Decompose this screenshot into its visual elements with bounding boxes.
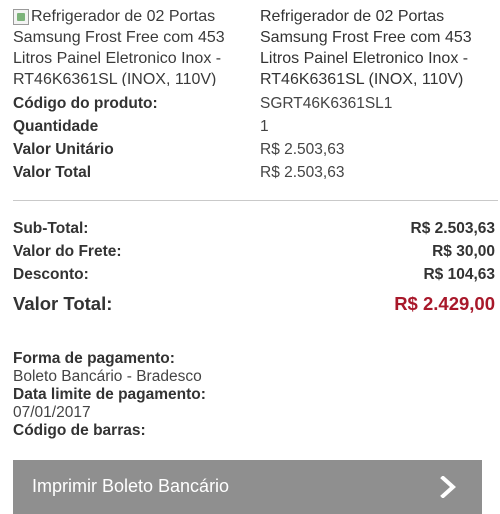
detail-value: R$ 2.503,63 <box>260 164 345 181</box>
desconto-row: Desconto: R$ 104,63 <box>13 265 495 288</box>
detail-row-quantidade: Quantidade 1 <box>13 117 493 140</box>
subtotal-value: R$ 2.503,63 <box>410 220 495 237</box>
subtotal-row: Sub-Total: R$ 2.503,63 <box>13 219 495 242</box>
product-details: Código do produto: SGRT46K6361SL1 Quanti… <box>13 94 493 186</box>
subtotal-label: Sub-Total: <box>13 220 89 237</box>
detail-row-valor-unitario: Valor Unitário R$ 2.503,63 <box>13 140 493 163</box>
print-boleto-label: Imprimir Boleto Bancário <box>32 476 230 496</box>
frete-row: Valor do Frete: R$ 30,00 <box>13 242 495 265</box>
detail-label: Valor Total <box>13 164 92 181</box>
detail-row-codigo: Código do produto: SGRT46K6361SL1 <box>13 94 493 117</box>
detail-label: Quantidade <box>13 118 99 135</box>
grand-total-label: Valor Total: <box>13 293 113 314</box>
detail-value: R$ 2.503,63 <box>260 141 345 158</box>
detail-row-valor-total: Valor Total R$ 2.503,63 <box>13 163 493 186</box>
due-date-value: 07/01/2017 <box>13 404 91 421</box>
due-date-label: Data limite de pagamento: <box>13 386 206 403</box>
payment-method-label: Forma de pagamento: <box>13 350 175 367</box>
product-image-alt-text: Refrigerador de 02 Portas Samsung Frost … <box>13 8 225 86</box>
divider <box>13 200 498 201</box>
product-image: Refrigerador de 02 Portas Samsung Frost … <box>13 6 253 86</box>
product-name: Refrigerador de 02 Portas Samsung Frost … <box>260 8 472 88</box>
frete-label: Valor do Frete: <box>13 243 122 260</box>
chevron-right-icon <box>440 476 456 498</box>
grand-total-value: R$ 2.429,00 <box>394 293 495 314</box>
print-boleto-button[interactable]: Imprimir Boleto Bancário <box>13 460 482 514</box>
barcode-label: Código de barras: <box>13 422 146 439</box>
order-totals: Sub-Total: R$ 2.503,63 Valor do Frete: R… <box>13 219 495 323</box>
detail-label: Valor Unitário <box>13 141 114 158</box>
payment-method-value: Boleto Bancário - Bradesco <box>13 368 202 385</box>
desconto-value: R$ 104,63 <box>423 266 495 283</box>
frete-value: R$ 30,00 <box>432 243 495 260</box>
detail-value: 1 <box>260 118 269 135</box>
desconto-label: Desconto: <box>13 266 89 283</box>
detail-label: Código do produto: <box>13 95 158 112</box>
detail-value: SGRT46K6361SL1 <box>260 95 393 112</box>
broken-image-icon <box>13 9 29 25</box>
grand-total-row: Valor Total: R$ 2.429,00 <box>13 291 495 323</box>
payment-info: Forma de pagamento: Boleto Bancário - Br… <box>13 350 493 440</box>
